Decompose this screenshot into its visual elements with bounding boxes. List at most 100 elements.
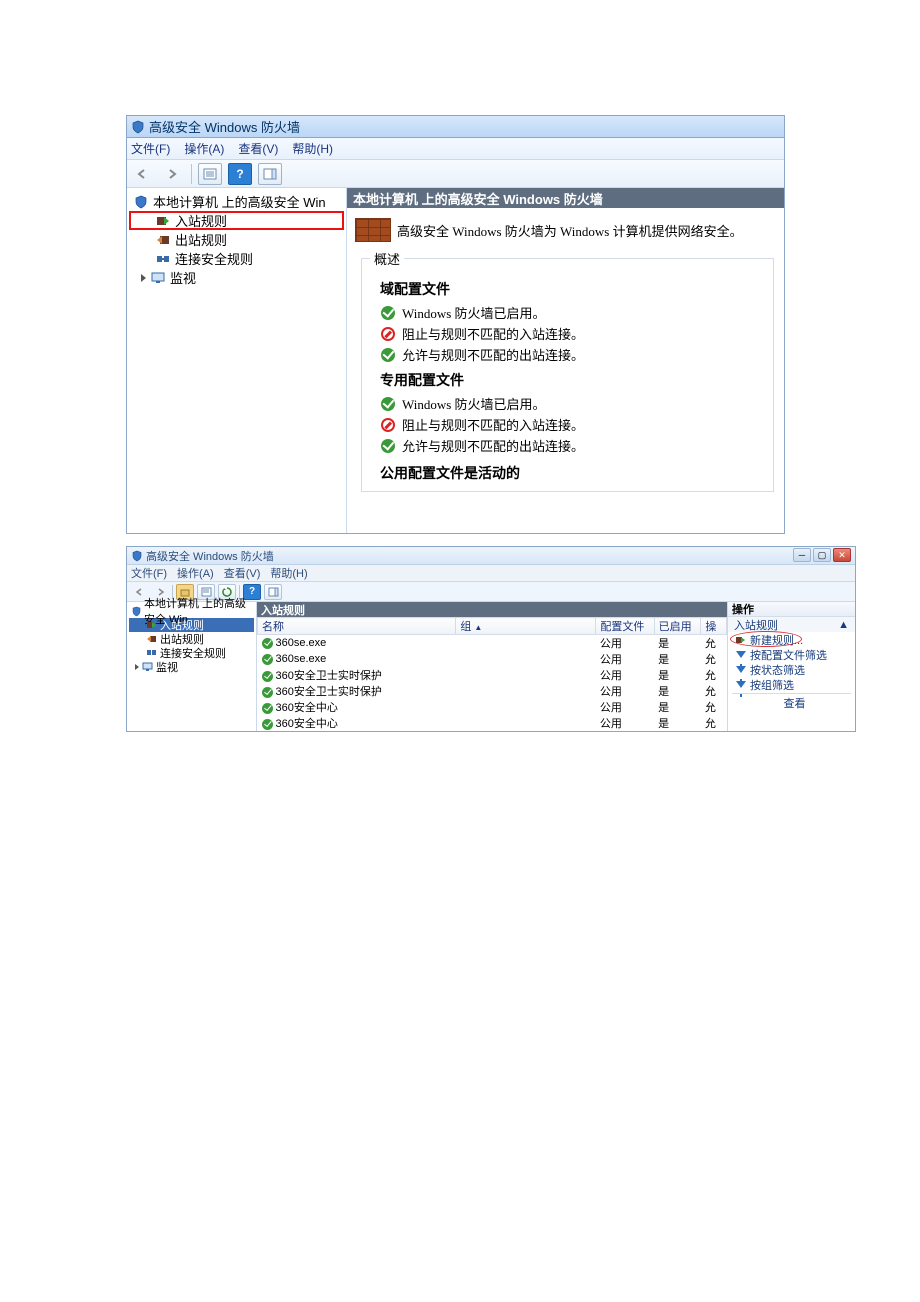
outbound-icon (145, 633, 158, 645)
back-button[interactable] (131, 163, 155, 185)
shield-icon (133, 194, 149, 210)
tree-outbound-rules[interactable]: 出站规则 (129, 632, 254, 646)
titlebar[interactable]: 高级安全 Windows 防火墙 ─ ▢ ✕ (127, 547, 855, 565)
tree-root[interactable]: 本地计算机 上的高级安全 Win (129, 604, 254, 618)
titlebar[interactable]: 高级安全 Windows 防火墙 (127, 116, 784, 138)
cell-name: 360安全中心 (258, 715, 456, 731)
action-new-label: 新建规则... (750, 632, 803, 648)
private-enabled-text: Windows 防火墙已启用。 (402, 394, 546, 413)
menubar: 文件(F) 操作(A) 查看(V) 帮助(H) (127, 565, 855, 582)
rules-list-pane: 入站规则 名称 组 ▲ 配置文件 已启用 操 360se.exe公用是允360s… (257, 602, 727, 731)
collapse-icon[interactable]: ▲ (838, 619, 849, 631)
cell-enabled: 是 (654, 667, 701, 683)
tree-inbound-label: 入站规则 (175, 211, 227, 230)
action-filter-state[interactable]: 按状态筛选 (728, 662, 855, 677)
cell-profile: 公用 (596, 667, 654, 683)
window-controls: ─ ▢ ✕ (793, 548, 851, 562)
action-filter-group[interactable]: 按组筛选 (728, 677, 855, 692)
table-row[interactable]: 360安全中心公用是允 (258, 715, 727, 731)
funnel-icon (734, 679, 747, 691)
col-profile[interactable]: 配置文件 (596, 618, 654, 635)
cell-profile: 公用 (596, 635, 654, 652)
maximize-button[interactable]: ▢ (813, 548, 831, 562)
menu-help[interactable]: 帮助(H) (270, 565, 307, 581)
actions-header: 操作 (728, 602, 855, 617)
cell-action: 允 (701, 635, 727, 652)
help-button[interactable]: ? (228, 163, 252, 185)
rules-header: 入站规则 (257, 602, 727, 617)
menu-view[interactable]: 查看(V) (224, 565, 261, 581)
cell-action: 允 (701, 715, 727, 731)
domain-enabled-text: Windows 防火墙已启用。 (402, 303, 546, 322)
table-row[interactable]: 360se.exe公用是允 (258, 651, 727, 667)
action-pane-button[interactable] (258, 163, 282, 185)
window-title: 高级安全 Windows 防火墙 (149, 117, 300, 136)
action-pane-button[interactable] (264, 584, 282, 600)
tree-outbound-label: 出站规则 (175, 230, 227, 249)
overview-label: 概述 (370, 249, 404, 268)
col-group[interactable]: 组 ▲ (456, 618, 596, 635)
nav-tree[interactable]: 本地计算机 上的高级安全 Win 入站规则 出站规则 连接安全规则 监视 (127, 602, 257, 731)
window-title: 高级安全 Windows 防火墙 (146, 548, 274, 564)
tree-monitor[interactable]: 监视 (129, 660, 254, 674)
check-icon (380, 305, 396, 321)
tree-connection-security[interactable]: 连接安全规则 (129, 249, 344, 268)
tree-monitor[interactable]: 监视 (129, 268, 344, 287)
overview-groupbox: 概述 域配置文件 Windows 防火墙已启用。 阻止与规则不匹配的入站连接。 … (361, 258, 774, 492)
banner: 高级安全 Windows 防火墙为 Windows 计算机提供网络安全。 (347, 208, 784, 252)
cell-name: 360se.exe (258, 635, 456, 652)
check-icon (262, 718, 274, 730)
check-icon (380, 396, 396, 412)
col-action[interactable]: 操 (701, 618, 727, 635)
tree-inbound-rules[interactable]: 入站规则 (129, 211, 344, 230)
cell-profile: 公用 (596, 715, 654, 731)
cell-group (456, 715, 596, 731)
properties-button[interactable] (198, 163, 222, 185)
cell-enabled: 是 (654, 683, 701, 699)
table-row[interactable]: 360安全卫士实时保护公用是允 (258, 667, 727, 683)
rules-table[interactable]: 名称 组 ▲ 配置文件 已启用 操 360se.exe公用是允360se.exe… (257, 617, 727, 731)
col-name[interactable]: 名称 (258, 618, 456, 635)
cell-enabled: 是 (654, 699, 701, 715)
cell-name: 360安全卫士实时保护 (258, 667, 456, 683)
tree-connection-security[interactable]: 连接安全规则 (129, 646, 254, 660)
connsec-icon (145, 647, 158, 659)
tree-outbound-rules[interactable]: 出站规则 (129, 230, 344, 249)
minimize-button[interactable]: ─ (793, 548, 811, 562)
tree-root-label: 本地计算机 上的高级安全 Win (153, 192, 326, 211)
action-view[interactable]: 查看 (728, 695, 855, 710)
table-header[interactable]: 名称 组 ▲ 配置文件 已启用 操 (258, 618, 727, 635)
cell-action: 允 (701, 651, 727, 667)
client-area: 本地计算机 上的高级安全 Win 入站规则 出站规则 连接安全规则 监视 入站 (127, 602, 855, 731)
table-row[interactable]: 360安全中心公用是允 (258, 699, 727, 715)
action-filter-state-label: 按状态筛选 (750, 662, 805, 678)
table-row[interactable]: 360安全卫士实时保护公用是允 (258, 683, 727, 699)
cell-profile: 公用 (596, 699, 654, 715)
tree-connsec-label: 连接安全规则 (175, 249, 253, 268)
actions-pane: 操作 入站规则 ▲ 新建规则... 按配置文件筛选 按状态筛选 按组筛选 (727, 602, 855, 731)
private-line-allow: 允许与规则不匹配的出站连接。 (380, 436, 763, 455)
action-filter-profile[interactable]: 按配置文件筛选 (728, 647, 855, 662)
expand-icon[interactable] (135, 664, 139, 670)
cell-profile: 公用 (596, 683, 654, 699)
table-row[interactable]: 360se.exe 公用是允 (258, 635, 727, 652)
menu-file[interactable]: 文件(F) (131, 565, 167, 581)
cell-enabled: 是 (654, 635, 701, 652)
close-button[interactable]: ✕ (833, 548, 851, 562)
forward-button[interactable] (161, 163, 185, 185)
tree-root[interactable]: 本地计算机 上的高级安全 Win (129, 192, 344, 211)
domain-block-text: 阻止与规则不匹配的入站连接。 (402, 324, 584, 343)
col-enabled[interactable]: 已启用 (654, 618, 701, 635)
menu-action[interactable]: 操作(A) (177, 565, 214, 581)
menu-file[interactable]: 文件(F) (131, 140, 170, 157)
menu-action[interactable]: 操作(A) (184, 140, 224, 157)
firewall-mmc-window-top: 高级安全 Windows 防火墙 文件(F) 操作(A) 查看(V) 帮助(H)… (126, 115, 785, 534)
expand-icon[interactable] (141, 274, 146, 282)
menu-help[interactable]: 帮助(H) (292, 140, 333, 157)
menu-view[interactable]: 查看(V) (238, 140, 278, 157)
nav-tree[interactable]: 本地计算机 上的高级安全 Win 入站规则 出站规则 连接安全规则 监视 (127, 188, 347, 533)
new-rule-icon (734, 634, 747, 646)
action-new-rule[interactable]: 新建规则... (728, 632, 855, 647)
private-profile-title: 专用配置文件 (380, 370, 763, 390)
firewall-brick-icon (355, 218, 391, 242)
